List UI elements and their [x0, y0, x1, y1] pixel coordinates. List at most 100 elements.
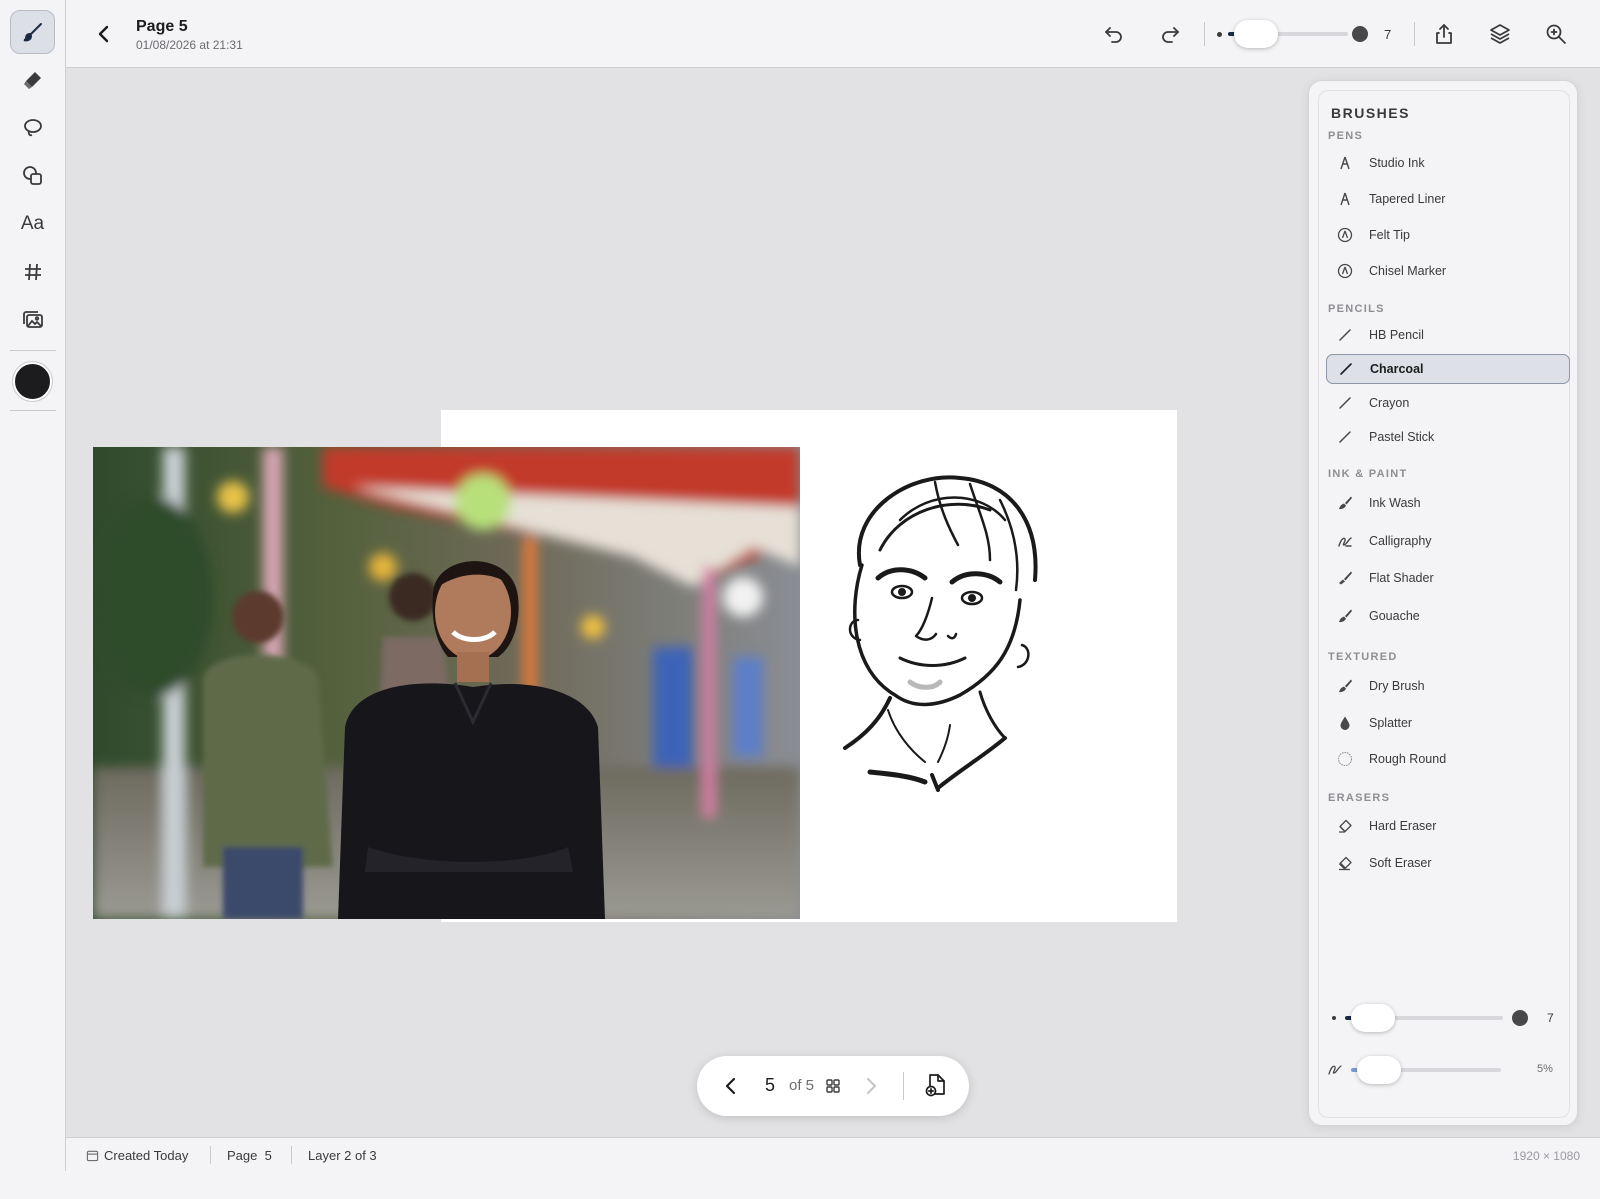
rail-divider	[10, 350, 56, 351]
zoom-icon[interactable]	[1544, 22, 1568, 46]
redo-icon[interactable]	[1158, 22, 1182, 46]
undo-icon[interactable]	[1102, 22, 1126, 46]
brush-item-hb-pencil[interactable]: HB Pencil	[1326, 320, 1570, 350]
eraser-icon	[1336, 817, 1354, 835]
eraser-tool-button[interactable]	[10, 58, 55, 102]
lasso-icon	[23, 119, 42, 137]
paintbrush-icon	[1336, 677, 1354, 695]
brush-item-studio-ink[interactable]: Studio Ink	[1326, 148, 1570, 178]
pen-nib-icon	[1336, 154, 1354, 172]
brush-item-soft-eraser[interactable]: Soft Eraser	[1326, 848, 1570, 878]
add-page-icon[interactable]	[923, 1072, 949, 1098]
reference-photo[interactable]	[93, 447, 800, 919]
panel-size-value: 7	[1547, 1011, 1554, 1025]
page-label: Page 5	[227, 1148, 272, 1163]
panel-size-min-dot	[1332, 1016, 1336, 1020]
canvas-dimensions: 1920 × 1080	[1512, 1149, 1580, 1163]
brush-item-gouache[interactable]: Gouache	[1326, 601, 1570, 631]
brush-item-chisel-marker[interactable]: Chisel Marker	[1326, 256, 1570, 286]
marker-circle-icon	[1336, 262, 1354, 280]
flat-brush-icon	[1336, 569, 1354, 587]
color-swatch-button[interactable]	[13, 362, 52, 401]
brush-item-felt-tip[interactable]: Felt Tip	[1326, 220, 1570, 250]
brush-item-label: Gouache	[1369, 609, 1420, 623]
pen-nib-icon	[1336, 190, 1354, 208]
brush-size-slider-knob[interactable]	[1234, 20, 1278, 48]
share-icon[interactable]	[1432, 22, 1456, 46]
brush-item-label: Tapered Liner	[1369, 192, 1446, 206]
brush-item-label: Flat Shader	[1369, 571, 1434, 585]
group-title-pencils: PENCILS	[1328, 303, 1385, 315]
brushes-panel-title: BRUSHES	[1331, 105, 1410, 121]
pager-divider	[903, 1072, 904, 1100]
text-tool-button[interactable]: Aa	[10, 202, 55, 246]
back-chevron-icon[interactable]	[92, 22, 116, 46]
brush-item-label: Studio Ink	[1369, 156, 1425, 170]
brush-item-label: Crayon	[1369, 396, 1410, 410]
shapes-tool-button[interactable]	[10, 154, 55, 198]
lasso-tool-button[interactable]	[10, 106, 55, 150]
brush-item-label: Chisel Marker	[1369, 264, 1447, 278]
rail-divider	[10, 410, 56, 411]
pencil-icon	[1336, 326, 1354, 344]
panel-size-slider-knob[interactable]	[1351, 1004, 1395, 1032]
toolbar-divider	[1204, 22, 1205, 46]
status-divider	[291, 1146, 292, 1164]
brush-item-label: Rough Round	[1369, 752, 1447, 766]
pencil-icon	[1336, 394, 1354, 412]
rough-circle-icon	[1336, 750, 1354, 768]
brush-size-value: 7	[1384, 27, 1392, 42]
size-max-dot	[1352, 26, 1368, 42]
image-tool-button[interactable]	[10, 298, 55, 342]
paintbrush-icon	[1336, 494, 1354, 512]
brushes-panel: BRUSHES PENS Studio Ink Tapered Liner Fe…	[1308, 80, 1578, 1126]
marker-circle-icon	[1336, 226, 1354, 244]
calendar-icon	[86, 1150, 99, 1162]
soft-eraser-icon	[1336, 854, 1354, 872]
toolbar-divider	[1414, 22, 1415, 46]
brush-item-dry-brush[interactable]: Dry Brush	[1326, 671, 1570, 701]
page-count-label: of 5	[789, 1077, 815, 1094]
eraser-icon	[23, 72, 41, 89]
brush-item-splatter[interactable]: Splatter	[1326, 708, 1570, 738]
face-sketch[interactable]	[840, 470, 1060, 810]
calligraphy-icon	[1336, 532, 1354, 550]
brush-item-calligraphy[interactable]: Calligraphy	[1326, 526, 1570, 556]
paintbrush-icon	[1336, 607, 1354, 625]
size-min-dot	[1217, 32, 1222, 37]
bottom-bar	[0, 1171, 1600, 1199]
page-timestamp: 01/08/2026 at 21:31	[136, 38, 243, 52]
panel-opacity-value: 5%	[1537, 1063, 1553, 1075]
brush-tool-button[interactable]	[10, 10, 55, 54]
brush-item-hard-eraser[interactable]: Hard Eraser	[1326, 811, 1570, 841]
brush-item-label: Calligraphy	[1369, 534, 1432, 548]
brush-icon	[23, 23, 42, 42]
previous-page-chevron-icon[interactable]	[719, 1074, 743, 1098]
next-page-chevron-icon[interactable]	[859, 1074, 883, 1098]
shapes-icon	[22, 166, 42, 185]
brush-item-crayon[interactable]: Crayon	[1326, 388, 1570, 418]
brush-item-label: Pastel Stick	[1369, 430, 1435, 444]
brush-item-pastel-stick[interactable]: Pastel Stick	[1326, 422, 1570, 452]
layers-icon[interactable]	[1488, 22, 1512, 46]
brush-item-rough-round[interactable]: Rough Round	[1326, 744, 1570, 774]
brush-item-flat-shader[interactable]: Flat Shader	[1326, 563, 1570, 593]
grid-tool-button[interactable]	[10, 250, 55, 294]
brush-item-label: Splatter	[1369, 716, 1413, 730]
opacity-brush-icon	[1328, 1065, 1342, 1075]
pencil-icon	[1336, 428, 1354, 446]
brush-item-ink-wash[interactable]: Ink Wash	[1326, 488, 1570, 518]
brush-item-label: HB Pencil	[1369, 328, 1424, 342]
page-grid-icon[interactable]	[825, 1078, 841, 1094]
page-title: Page 5	[136, 18, 188, 35]
brush-item-label: Ink Wash	[1369, 496, 1421, 510]
brush-item-charcoal[interactable]: Charcoal	[1326, 354, 1570, 384]
grid-icon	[24, 263, 41, 281]
brush-item-tapered-liner[interactable]: Tapered Liner	[1326, 184, 1570, 214]
brush-item-label: Dry Brush	[1369, 679, 1425, 693]
photo-image	[93, 447, 800, 919]
brush-item-label: Soft Eraser	[1369, 856, 1432, 870]
panel-opacity-slider-knob[interactable]	[1357, 1056, 1401, 1084]
current-page-number[interactable]: 5	[765, 1075, 775, 1096]
text-tool-label: Aa	[20, 213, 45, 234]
